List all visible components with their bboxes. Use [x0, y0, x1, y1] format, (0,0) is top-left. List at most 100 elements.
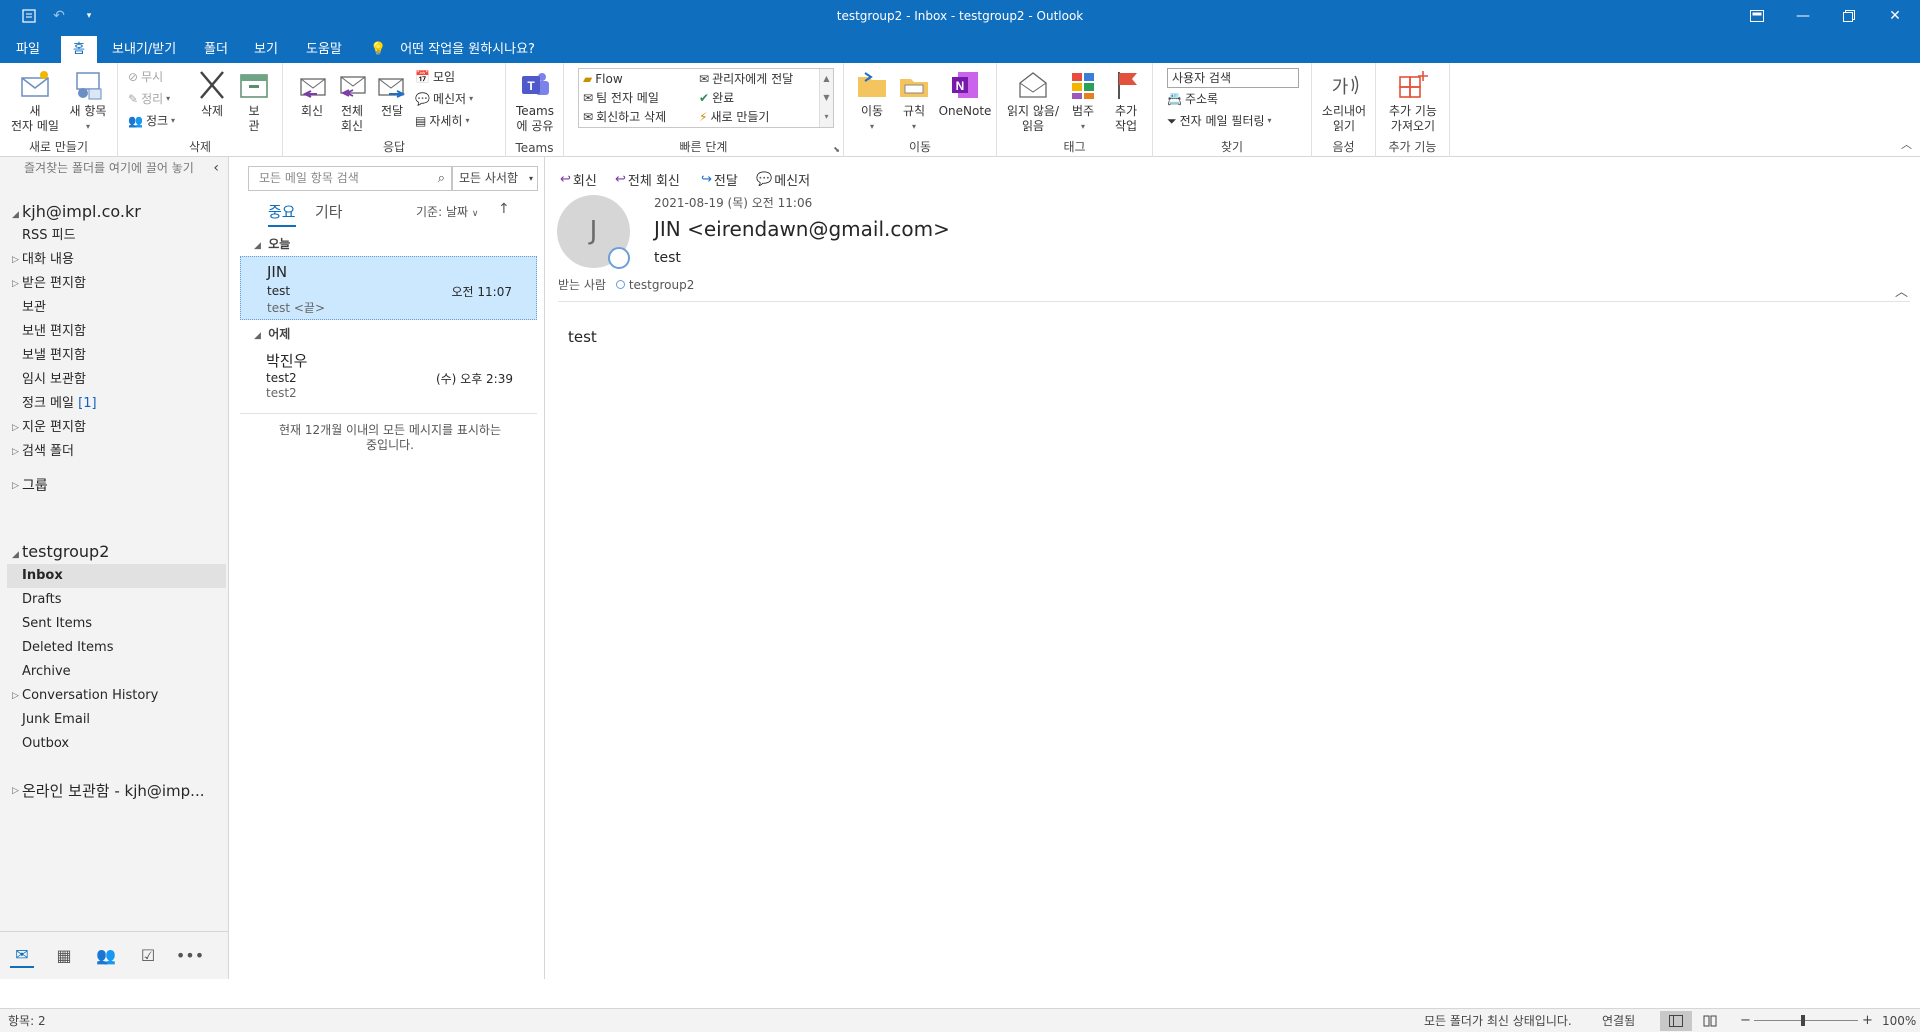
online-archive[interactable]: ▷ 온라인 보관함 - kjh@imp... [10, 779, 226, 803]
tab-help[interactable]: 도움말 [294, 36, 354, 63]
account-testgroup2[interactable]: ◢ testgroup2 [12, 542, 109, 561]
folder-deleted-kr[interactable]: ▷ 지운 편지함 [10, 416, 226, 440]
tell-me-box[interactable]: 💡 어떤 작업을 원하시나요? [370, 36, 535, 63]
search-people-input[interactable]: 사용자 검색 [1167, 68, 1299, 88]
quick-step-flow[interactable]: ▰ Flow [583, 69, 623, 89]
zoom-slider-thumb[interactable] [1801, 1015, 1805, 1026]
sort-by-dropdown[interactable]: 기준: 날짜 ∨ [416, 203, 478, 220]
list-item[interactable]: JIN test test <끝> 오전 11:07 [240, 256, 537, 320]
more-modules-icon[interactable]: ••• [176, 944, 204, 968]
folder-deleted-items[interactable]: Deleted Items [10, 636, 226, 660]
cleanup-button[interactable]: ✎ 정리 ▾ [128, 89, 170, 109]
reading-reply-button[interactable]: ↩ 회신 [560, 170, 597, 189]
quick-steps-scroll[interactable]: ▲ ▼ ▾ [819, 69, 833, 127]
folder-inbox-kr[interactable]: ▷ 받은 편지함 [10, 272, 226, 296]
mail-icon[interactable]: ✉ [10, 944, 34, 968]
close-icon[interactable]: ✕ [1872, 0, 1918, 32]
tab-home[interactable]: 홈 [61, 36, 97, 63]
folder-archive[interactable]: Archive [10, 660, 226, 684]
quick-step-team-email[interactable]: ✉ 팀 전자 메일 [583, 88, 659, 108]
collapsed-triangle-icon: ▷ [12, 481, 19, 491]
reading-im-button[interactable]: 💬 메신저 [756, 170, 810, 189]
tasks-icon[interactable]: ☑ [136, 944, 160, 968]
address-book-button[interactable]: 📇 주소록 [1167, 89, 1218, 109]
quick-step-create-new[interactable]: ⚡ 새로 만들기 [699, 107, 769, 127]
message-from[interactable]: JIN <eirendawn@gmail.com> [654, 217, 950, 241]
quick-step-done[interactable]: ✔ 완료 [699, 88, 734, 108]
folder-search-kr[interactable]: ▷ 검색 폴더 [10, 440, 226, 464]
junk-button[interactable]: 👥 정크 ▾ [128, 111, 175, 131]
folder-conversation-history[interactable]: ▷ Conversation History [10, 684, 226, 708]
folder-drafts[interactable]: Drafts [10, 588, 226, 612]
zoom-slider[interactable] [1754, 1020, 1858, 1021]
folder-drafts-kr[interactable]: 임시 보관함 [10, 368, 226, 392]
people-icon[interactable]: 👥 [94, 944, 118, 968]
reply-button[interactable]: 회신 [293, 69, 331, 119]
read-aloud-button[interactable]: 가 소리내어 읽기 [1314, 69, 1374, 134]
account-kjh[interactable]: ◢ kjh@impl.co.kr [12, 202, 141, 221]
folder-inbox[interactable]: Inbox [7, 564, 226, 588]
reading-view-icon[interactable] [1694, 1011, 1726, 1031]
get-addins-button[interactable]: 추가 기능 가져오기 [1378, 69, 1448, 134]
group-header-today[interactable]: ◢ 오늘 [254, 235, 290, 252]
rules-button[interactable]: 규칙 ▾ [894, 69, 934, 134]
ribbon-display-options-icon[interactable] [1734, 0, 1780, 32]
quick-step-reply-delete[interactable]: ✉ 회신하고 삭제 [583, 107, 666, 127]
dialog-launcher-icon[interactable]: ⬊ [833, 145, 840, 154]
new-items-button[interactable]: 새 항목 ▾ [64, 69, 112, 134]
search-scope-dropdown[interactable]: 모든 사서함 ▾ [452, 166, 538, 191]
collapse-ribbon-icon[interactable]: ︿ [1901, 136, 1912, 152]
reply-delete-icon: ✉ [583, 110, 594, 124]
share-to-teams-button[interactable]: T Teams 에 공유 [510, 69, 560, 134]
minimize-icon[interactable]: — [1780, 0, 1826, 32]
reading-reply-all-button[interactable]: ↩ 전체 회신 [615, 170, 680, 189]
collapse-pane-icon[interactable]: ‹ [213, 157, 219, 179]
meeting-button[interactable]: 📅 모임 [415, 67, 455, 87]
categorize-button[interactable]: 범주 ▾ [1065, 69, 1101, 134]
search-input[interactable]: 모든 메일 항목 검색 ⌕ [248, 166, 452, 191]
folder-sent-kr[interactable]: 보낸 편지함 [10, 320, 226, 344]
folder-outbox-kr[interactable]: 보낼 편지함 [10, 344, 226, 368]
onenote-button[interactable]: N OneNote [936, 69, 994, 119]
zoom-out-button[interactable]: − [1740, 1009, 1751, 1032]
folder-rss[interactable]: RSS 피드 [10, 224, 226, 248]
im-button[interactable]: 💬 메신저 ▾ [415, 89, 473, 109]
folder-junk-kr[interactable]: 정크 메일 [1] [10, 392, 226, 416]
reading-forward-button[interactable]: ↪ 전달 [701, 170, 738, 189]
group-header-yesterday[interactable]: ◢ 어제 [254, 325, 290, 342]
collapse-header-icon[interactable]: ︿ [1895, 281, 1908, 300]
groups-node[interactable]: ▷ 그룹 [10, 474, 226, 498]
followup-button[interactable]: 추가 작업 [1105, 69, 1147, 134]
tab-other[interactable]: 기타 [315, 201, 343, 227]
folder-sent-items[interactable]: Sent Items [10, 612, 226, 636]
quick-step-to-manager[interactable]: ✉ 관리자에게 전달 [699, 69, 793, 89]
tab-view[interactable]: 보기 [242, 36, 290, 63]
search-icon[interactable]: ⌕ [438, 167, 445, 190]
folder-junk-email[interactable]: Junk Email [10, 708, 226, 732]
tab-file[interactable]: 파일 [4, 36, 52, 63]
normal-view-icon[interactable] [1660, 1011, 1692, 1031]
zoom-level[interactable]: 100% [1882, 1009, 1916, 1032]
move-button[interactable]: 이동 ▾ [852, 69, 892, 134]
ignore-button[interactable]: ⊘ 무시 [128, 67, 163, 87]
filter-email-button[interactable]: ⏷ 전자 메일 필터링 ▾ [1167, 111, 1272, 131]
tab-focused[interactable]: 중요 [268, 201, 296, 227]
delete-button[interactable]: 삭제 [192, 69, 232, 119]
tab-send-receive[interactable]: 보내기/받기 [100, 36, 188, 63]
reply-all-button[interactable]: 전체 회신 [333, 69, 371, 134]
folder-conversation[interactable]: ▷ 대화 내용 [10, 248, 226, 272]
sort-direction-icon[interactable]: ↑ [498, 201, 510, 217]
unread-read-button[interactable]: 읽지 않음/ 읽음 [1003, 69, 1063, 134]
maximize-icon[interactable] [1826, 0, 1872, 32]
new-email-button[interactable]: 새 전자 메일 [6, 69, 64, 134]
zoom-in-button[interactable]: + [1862, 1009, 1873, 1032]
more-respond-button[interactable]: ▤ 자세히 ▾ [415, 111, 469, 131]
list-item[interactable]: 박진우 test2 test2 (수) 오후 2:39 [240, 344, 537, 408]
forward-button[interactable]: 전달 [373, 69, 411, 119]
archive-button[interactable]: 보 관 [234, 69, 274, 134]
calendar-icon[interactable]: ▦ [52, 944, 76, 968]
recipient[interactable]: testgroup2 [615, 278, 694, 292]
tab-folder[interactable]: 폴더 [192, 36, 240, 63]
folder-archive-kr[interactable]: 보관 [10, 296, 226, 320]
folder-outbox[interactable]: Outbox [10, 732, 226, 756]
